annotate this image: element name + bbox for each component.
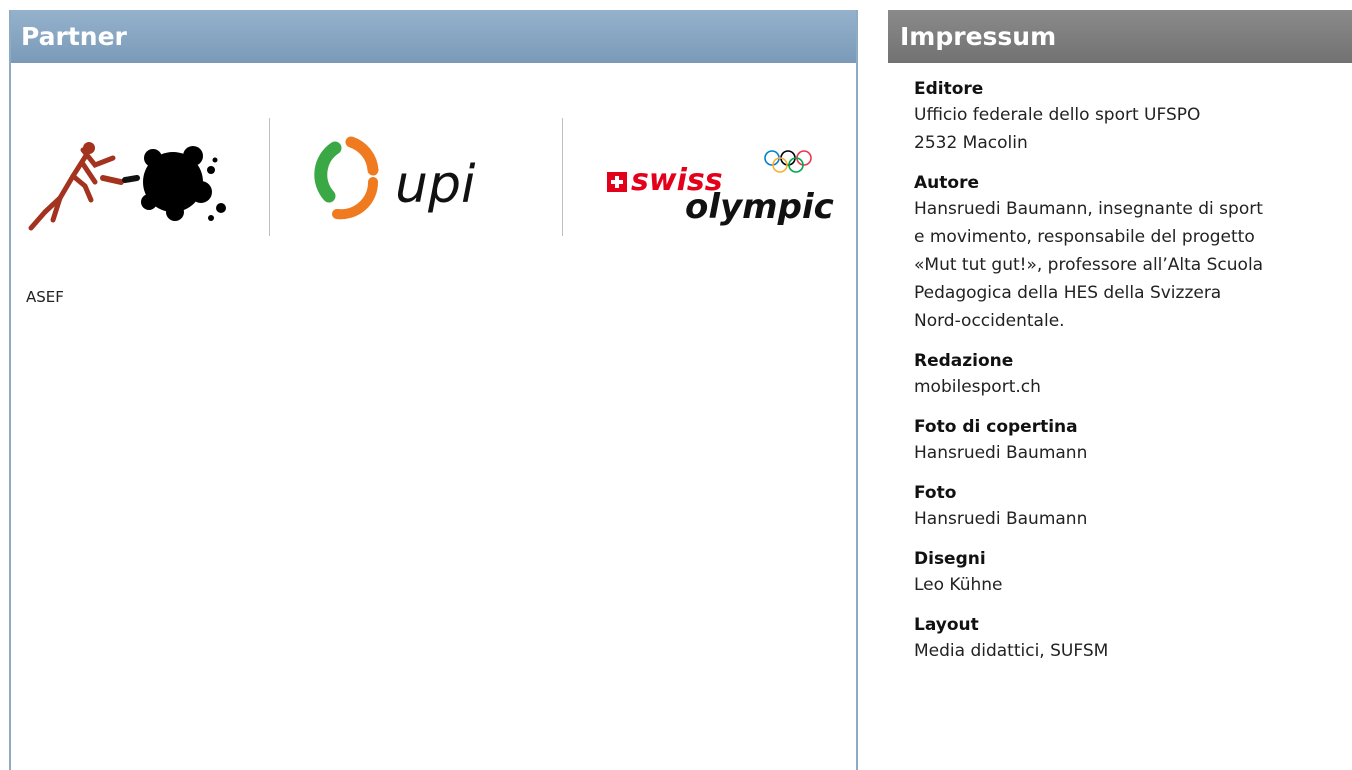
section-heading: Redazione xyxy=(914,351,1014,371)
olympic-logo-text: olympic xyxy=(685,187,834,227)
section-text: Hansruedi Baumann xyxy=(914,443,1088,463)
section-heading: Foto xyxy=(914,483,957,503)
section-heading: Foto di copertina xyxy=(914,417,1078,437)
impressum-section-layout: Layout Media didattici, SUFSM xyxy=(914,613,1352,665)
impressum-section-foto-copertina: Foto di copertina Hansruedi Baumann xyxy=(914,415,1352,467)
section-heading: Layout xyxy=(914,615,979,635)
logo-divider-1 xyxy=(269,118,270,236)
impressum-section-autore: Autore Hansruedi Baumann, insegnante di … xyxy=(914,171,1352,335)
section-heading: Editore xyxy=(914,79,984,99)
section-heading: Disegni xyxy=(914,549,986,569)
section-text: mobilesport.ch xyxy=(914,377,1041,397)
impressum-section-foto: Foto Hansruedi Baumann xyxy=(914,481,1352,533)
section-text: Hansruedi Baumann, insegnante di sport e… xyxy=(914,199,1264,331)
impressum-title: Impressum xyxy=(888,10,1352,63)
asef-logo xyxy=(28,142,226,231)
section-text: Ufficio federale dello sport UFSPO 2532 … xyxy=(914,105,1201,153)
swiss-olympic-logo: swiss olympic xyxy=(607,150,834,227)
olympic-rings-icon xyxy=(764,150,812,173)
impressum-section-redazione: Redazione mobilesport.ch xyxy=(914,349,1352,401)
impressum-body: Editore Ufficio federale dello sport UFS… xyxy=(888,63,1352,665)
impressum-section-editore: Editore Ufficio federale dello sport UFS… xyxy=(914,77,1352,157)
partner-panel: Partner upi swiss olympic ASEF xyxy=(9,10,858,770)
section-text: Media didattici, SUFSM xyxy=(914,641,1109,661)
section-text: Leo Kühne xyxy=(914,575,1003,595)
partner-title: Partner xyxy=(11,10,856,63)
partner-logos: upi swiss olympic xyxy=(11,110,856,240)
asef-caption: ASEF xyxy=(26,288,64,306)
impressum-section-disegni: Disegni Leo Kühne xyxy=(914,547,1352,599)
section-heading: Autore xyxy=(914,173,979,193)
upi-logo: upi xyxy=(314,136,476,220)
upi-logo-text: upi xyxy=(395,155,476,215)
logo-divider-2 xyxy=(562,118,563,236)
section-text: Hansruedi Baumann xyxy=(914,509,1088,529)
impressum-panel: Impressum Editore Ufficio federale dello… xyxy=(888,10,1352,679)
